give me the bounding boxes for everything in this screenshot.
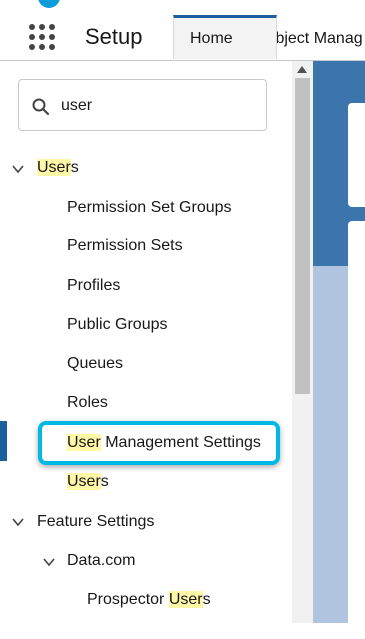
tree-group-users[interactable]: Users (37, 154, 79, 182)
sidebar-scrollbar[interactable] (292, 61, 313, 623)
setup-header: Setup Object Manag Home (0, 12, 365, 61)
tree-item-user-management-settings[interactable]: User Management Settings (67, 429, 261, 457)
tree-item-queues[interactable]: Queues (67, 350, 123, 378)
top-strip (0, 0, 365, 12)
setup-sidebar: Users Permission Set Groups Permission S… (0, 61, 292, 623)
search-match-highlight: User (67, 434, 101, 451)
search-icon (32, 98, 50, 116)
app-launcher-icon[interactable] (29, 24, 55, 50)
tree-item-label: Management Settings (100, 434, 261, 451)
tree-item-permission-set-groups[interactable]: Permission Set Groups (67, 194, 232, 222)
chevron-down-icon[interactable] (42, 555, 56, 569)
salesforce-logo-icon[interactable] (38, 0, 60, 8)
tree-item-public-groups[interactable]: Public Groups (67, 311, 168, 339)
tree-item-profiles[interactable]: Profiles (67, 272, 120, 300)
app-title: Setup (85, 24, 143, 49)
tree-group-datacom[interactable]: Data.com (67, 547, 135, 575)
search-match-highlight: User (67, 473, 101, 490)
content-card (348, 221, 365, 639)
tree-item-users[interactable]: Users (67, 468, 109, 496)
selected-indicator (0, 421, 7, 461)
tree-item-roles[interactable]: Roles (67, 389, 108, 417)
tree-item-label: s (100, 473, 109, 490)
main-content-area (313, 61, 365, 639)
tree-group-users-label: s (70, 159, 79, 176)
search-match-highlight: User (37, 159, 71, 176)
tree-group-feature-settings[interactable]: Feature Settings (37, 508, 154, 536)
tree-item-label-suffix: s (202, 591, 211, 608)
tab-home[interactable]: Home (173, 15, 277, 59)
tree-item-label: Prospector (87, 591, 169, 608)
tree-item-permission-sets[interactable]: Permission Sets (67, 232, 183, 260)
quick-find-input[interactable] (59, 92, 263, 120)
content-card (348, 601, 365, 631)
quick-find-box[interactable] (18, 79, 267, 131)
scrollbar-thumb[interactable] (295, 78, 310, 394)
content-card (348, 103, 365, 207)
tree-item-prospector-users[interactable]: Prospector Users (87, 586, 211, 614)
scroll-up-arrow-icon[interactable] (297, 66, 307, 73)
search-match-highlight: User (168, 591, 203, 608)
chevron-down-icon[interactable] (11, 515, 25, 529)
chevron-down-icon[interactable] (11, 162, 25, 176)
